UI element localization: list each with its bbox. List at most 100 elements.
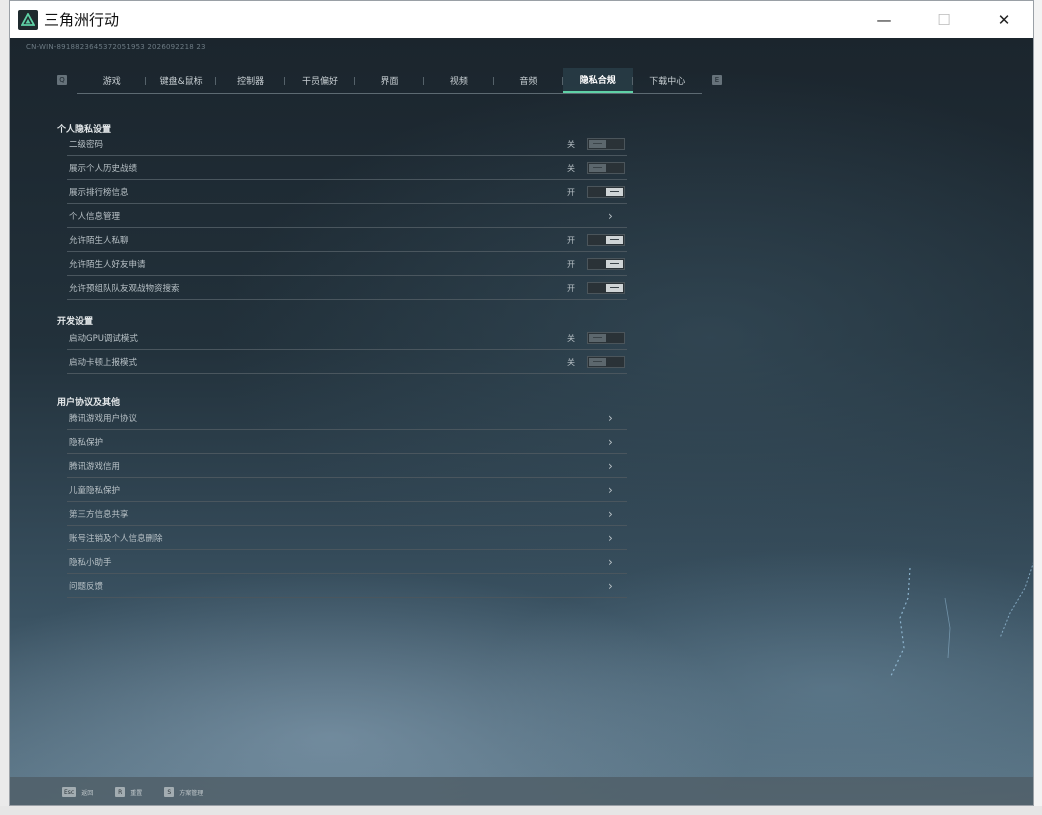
hint-key: R [115, 787, 126, 797]
setting-row[interactable]: 腾讯游戏用户协议 › [67, 407, 627, 430]
app-logo-icon [18, 9, 38, 30]
toggle-knob [606, 260, 623, 268]
chevron-right-icon: › [608, 579, 613, 593]
setting-row[interactable]: 第三方信息共享 › [67, 503, 627, 526]
setting-state: 开 [567, 187, 575, 197]
hint-key: Esc [62, 787, 77, 797]
chevron-right-icon: › [608, 411, 613, 425]
setting-state: 关 [567, 333, 575, 343]
setting-row[interactable]: 二级密码 关 [67, 133, 627, 156]
toggle-switch[interactable] [587, 162, 625, 174]
next-tab-key[interactable]: E [712, 75, 722, 85]
hint-bar: Esc 返回 R 重置 S 方案管理 [10, 777, 1033, 805]
setting-state: 关 [567, 163, 575, 173]
setting-label: 允许陌生人好友申请 [69, 260, 146, 270]
setting-row[interactable]: 启动卡顿上报模式 关 [67, 351, 627, 374]
hint-label: 返回 [81, 789, 94, 797]
setting-label: 问题反馈 [69, 582, 104, 592]
hint-2[interactable]: S 方案管理 [164, 787, 203, 797]
setting-row[interactable]: 个人信息管理 › [67, 205, 627, 228]
hint-0[interactable]: Esc 返回 [62, 787, 93, 797]
toggle-switch[interactable] [587, 258, 625, 270]
setting-label: 儿童隐私保护 [69, 486, 121, 496]
toggle-knob [606, 236, 623, 244]
hint-key: S [164, 787, 175, 797]
setting-label: 隐私小助手 [69, 558, 112, 568]
setting-row[interactable]: 隐私保护 › [67, 431, 627, 454]
setting-row[interactable]: 问题反馈 › [67, 575, 627, 598]
setting-row[interactable]: 启动GPU调试模式 关 [67, 327, 627, 350]
settings-screen: CN-WIN-8918823645372051953 2026092218 23… [10, 38, 1033, 805]
setting-state: 开 [567, 283, 575, 293]
toggle-knob [606, 188, 623, 196]
maximize-button[interactable]: ☐ [921, 1, 967, 38]
window-title: 三角洲行动 [44, 11, 120, 29]
tab-0[interactable]: 游戏 [77, 68, 147, 93]
setting-label: 隐私保护 [69, 438, 104, 448]
setting-row[interactable]: 允许陌生人私聊 开 [67, 229, 627, 252]
desktop-background-bottom [0, 806, 1042, 815]
toggle-knob [606, 284, 623, 292]
setting-label: 腾讯游戏用户协议 [69, 414, 138, 424]
setting-label: 账号注销及个人信息删除 [69, 534, 163, 544]
tab-8[interactable]: 下载中心 [633, 68, 702, 93]
setting-label: 启动GPU调试模式 [69, 334, 138, 344]
tab-4[interactable]: 界面 [355, 68, 425, 93]
chevron-right-icon: › [608, 531, 613, 545]
setting-label: 启动卡顿上报模式 [69, 358, 138, 368]
setting-row[interactable]: 允许陌生人好友申请 开 [67, 253, 627, 276]
hint-1[interactable]: R 重置 [115, 787, 142, 797]
setting-row[interactable]: 隐私小助手 › [67, 551, 627, 574]
setting-state: 开 [567, 235, 575, 245]
setting-row[interactable]: 展示个人历史战绩 关 [67, 157, 627, 180]
chevron-right-icon: › [608, 483, 613, 497]
setting-state: 关 [567, 139, 575, 149]
setting-label: 展示排行榜信息 [69, 188, 129, 198]
setting-label: 个人信息管理 [69, 212, 121, 222]
prev-tab-key[interactable]: Q [57, 75, 67, 85]
hint-label: 重置 [130, 789, 143, 797]
setting-row[interactable]: 儿童隐私保护 › [67, 479, 627, 502]
setting-label: 展示个人历史战绩 [69, 164, 138, 174]
setting-row[interactable]: 允许预组队队友观战物资搜索 开 [67, 277, 627, 300]
game-window: 三角洲行动 — ☐ ✕ CN-WIN-8918823645372051953 2… [9, 0, 1034, 806]
toggle-switch[interactable] [587, 138, 625, 150]
toggle-switch[interactable] [587, 234, 625, 246]
settings-tabs: 游戏 键盘&鼠标 控制器 干员偏好 界面 视频 音频 隐私合规 下载中心 [77, 68, 702, 94]
chevron-right-icon: › [608, 209, 613, 223]
tab-5[interactable]: 视频 [424, 68, 495, 93]
setting-label: 允许预组队队友观战物资搜索 [69, 284, 180, 294]
toggle-switch[interactable] [587, 356, 625, 368]
hint-label: 方案管理 [179, 789, 204, 797]
tab-2[interactable]: 控制器 [216, 68, 286, 93]
title-bar[interactable]: 三角洲行动 — ☐ ✕ [10, 1, 1033, 38]
close-button[interactable]: ✕ [981, 1, 1027, 38]
toggle-switch[interactable] [587, 186, 625, 198]
setting-label: 允许陌生人私聊 [69, 236, 129, 246]
tab-3[interactable]: 干员偏好 [285, 68, 356, 93]
setting-row[interactable]: 账号注销及个人信息删除 › [67, 527, 627, 550]
setting-row[interactable]: 腾讯游戏信用 › [67, 455, 627, 478]
chevron-right-icon: › [608, 435, 613, 449]
lightning-decoration [889, 562, 1033, 679]
toggle-knob [589, 334, 606, 342]
toggle-switch[interactable] [587, 332, 625, 344]
setting-state: 开 [567, 259, 575, 269]
setting-label: 腾讯游戏信用 [69, 462, 121, 472]
setting-row[interactable]: 展示排行榜信息 开 [67, 181, 627, 204]
tab-1[interactable]: 键盘&鼠标 [146, 68, 217, 93]
toggle-knob [589, 164, 606, 172]
tab-6[interactable]: 音频 [494, 68, 564, 93]
chevron-right-icon: › [608, 507, 613, 521]
section-title-dev: 开发设置 [57, 317, 94, 327]
toggle-knob [589, 358, 606, 366]
setting-state: 关 [567, 357, 575, 367]
toggle-switch[interactable] [587, 282, 625, 294]
build-id: CN-WIN-8918823645372051953 2026092218 23 [26, 43, 206, 51]
minimize-button[interactable]: — [861, 1, 907, 38]
setting-label: 二级密码 [69, 140, 104, 150]
chevron-right-icon: › [608, 555, 613, 569]
chevron-right-icon: › [608, 459, 613, 473]
tab-7[interactable]: 隐私合规 [563, 68, 633, 93]
toggle-knob [589, 140, 606, 148]
